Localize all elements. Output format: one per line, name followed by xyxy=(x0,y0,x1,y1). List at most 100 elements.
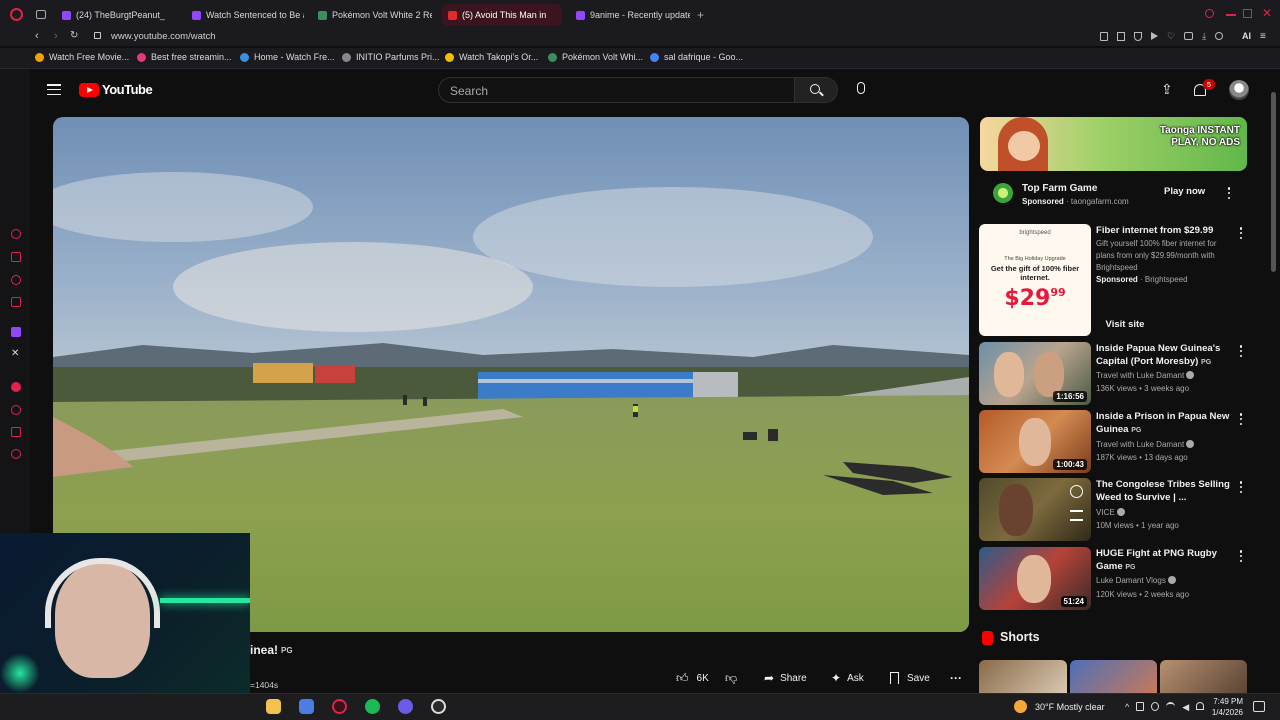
channel-name[interactable]: Travel with Luke Damant xyxy=(1096,371,1195,380)
bookmark-item[interactable]: sal dafrique - Goo... xyxy=(650,52,743,62)
url-field[interactable]: www.youtube.com/watch xyxy=(111,31,216,42)
video-menu-icon[interactable] xyxy=(1239,481,1243,493)
new-tab-icon[interactable]: + xyxy=(697,8,704,22)
headset-icon[interactable] xyxy=(1196,702,1205,710)
reload-icon[interactable]: ↻ xyxy=(70,30,78,41)
ad-menu-icon[interactable] xyxy=(1227,187,1231,199)
play-now-button[interactable]: Play now xyxy=(1158,183,1211,201)
pin-icon[interactable] xyxy=(1100,32,1108,41)
ask-button[interactable]: ✦ Ask xyxy=(831,668,864,688)
bookmark-item[interactable]: Watch Free Movie... xyxy=(35,52,129,62)
video-title[interactable]: The Congolese Tribes Selling Weed to Sur… xyxy=(1096,478,1231,504)
bookmark-item[interactable]: Watch Takopi's Or... xyxy=(445,52,538,62)
extensions-icon[interactable] xyxy=(1215,32,1224,40)
video-menu-icon[interactable] xyxy=(1239,550,1243,562)
ad-title[interactable]: Top Farm Game xyxy=(1022,183,1097,194)
store-icon[interactable] xyxy=(299,699,314,714)
video-thumbnail[interactable]: 1:00:43 xyxy=(979,410,1091,473)
browser-tab[interactable]: (24) TheBurgtPeanut_ xyxy=(56,4,176,26)
clock[interactable]: 7:49 PM 1/4/2026 xyxy=(1207,696,1243,718)
bookmark-item[interactable]: Pokémon Volt Whi... xyxy=(548,52,643,62)
hamburger-menu-icon[interactable] xyxy=(47,84,61,95)
video-title[interactable]: HUGE Fight at PNG Rugby Game PG xyxy=(1096,547,1231,574)
microphone-icon[interactable] xyxy=(857,82,865,94)
network-icon[interactable] xyxy=(1136,702,1145,711)
youtube-logo[interactable]: YouTube xyxy=(79,82,153,97)
weather-text[interactable]: 30°F Mostly clear xyxy=(1035,702,1105,712)
back-icon[interactable]: ‹ xyxy=(35,30,39,42)
minimize-icon[interactable] xyxy=(1226,14,1236,16)
ai-button[interactable]: AI xyxy=(1242,31,1251,41)
browser-tab[interactable]: Watch Sentenced to Be a xyxy=(186,4,304,26)
channel-name[interactable]: Travel with Luke Damant xyxy=(1096,440,1195,449)
short-thumbnail[interactable] xyxy=(1160,660,1247,693)
settings-icon[interactable] xyxy=(11,449,21,459)
short-thumbnail[interactable] xyxy=(1070,660,1157,693)
x-icon[interactable]: ✕ xyxy=(11,348,19,359)
short-thumbnail[interactable] xyxy=(979,660,1067,693)
video-thumbnail[interactable]: 1:16:56 xyxy=(979,342,1091,405)
dislike-button[interactable]: 👎︎ xyxy=(725,668,737,688)
ai-sidebar-icon[interactable] xyxy=(11,229,21,239)
browser-tab[interactable]: Pokémon Volt White 2 Re xyxy=(312,4,432,26)
search-input[interactable]: Search xyxy=(438,77,795,103)
volume-icon[interactable]: ◀ xyxy=(1182,702,1189,713)
maximize-icon[interactable] xyxy=(1243,9,1252,18)
shield-icon[interactable] xyxy=(1134,32,1142,41)
bookmark-icon[interactable] xyxy=(1117,32,1125,41)
bookmark-item[interactable]: Home - Watch Fre... xyxy=(240,52,335,62)
search-tabs-icon[interactable] xyxy=(1205,9,1214,18)
save-button[interactable]: Save xyxy=(890,668,930,688)
page-scrollbar[interactable] xyxy=(1271,92,1276,272)
chevron-up-icon[interactable]: ^ xyxy=(1125,702,1129,713)
notification-center-icon[interactable] xyxy=(1253,701,1265,712)
video-title[interactable]: Inside a Prison in Papua New Guinea PG xyxy=(1096,410,1231,437)
upload-icon[interactable]: ⇪ xyxy=(1161,81,1173,98)
opera-logo-icon[interactable] xyxy=(10,8,23,21)
browser-tab[interactable]: 9anime - Recently update xyxy=(570,4,690,26)
sidebar-ad-title[interactable]: Fiber internet from $29.99 xyxy=(1096,224,1231,237)
workspace-icon[interactable] xyxy=(11,252,21,262)
watch-later-icon[interactable] xyxy=(1070,485,1083,498)
sidebar-ad-thumbnail[interactable]: brightspeed The Big Holiday Upgrade Get … xyxy=(979,224,1091,336)
discord-icon[interactable] xyxy=(398,699,413,714)
video-thumbnail[interactable] xyxy=(979,478,1091,541)
video-menu-icon[interactable] xyxy=(1239,413,1243,425)
history-icon[interactable] xyxy=(11,405,21,415)
channel-name[interactable]: Luke Damant Vlogs xyxy=(1096,576,1177,585)
video-title[interactable]: Inside Papua New Guinea's Capital (Port … xyxy=(1096,342,1231,369)
twitch-icon[interactable] xyxy=(11,327,21,337)
avatar[interactable] xyxy=(1229,80,1249,100)
like-button[interactable]: 👍︎ 6K xyxy=(676,668,709,688)
opera-icon[interactable] xyxy=(332,699,347,714)
more-actions-icon[interactable]: ··· xyxy=(950,668,962,688)
heart-icon[interactable]: ♡ xyxy=(1167,32,1175,43)
forward-icon[interactable]: › xyxy=(54,30,58,42)
share-button[interactable]: ➦ Share xyxy=(764,668,807,688)
wifi-icon[interactable] xyxy=(1166,702,1176,711)
camera-icon[interactable] xyxy=(1184,32,1194,40)
bookmark-item[interactable]: Best free streamin... xyxy=(137,52,232,62)
messenger-icon[interactable] xyxy=(11,275,21,285)
menu-icon[interactable]: ≡ xyxy=(1260,31,1266,42)
telegram-icon[interactable] xyxy=(11,297,21,307)
channel-name[interactable]: VICE xyxy=(1096,508,1125,517)
close-icon[interactable]: ✕ xyxy=(1262,6,1272,20)
bookmark-item[interactable]: INITIO Parfums Pri... xyxy=(342,52,440,62)
tab-overview-icon[interactable] xyxy=(36,10,46,19)
extensions-icon[interactable] xyxy=(11,427,21,437)
browser-tab-active[interactable]: (5) Avoid This Man in xyxy=(442,4,562,26)
ad-banner[interactable]: Taonga INSTANT PLAY, NO ADS xyxy=(980,117,1247,171)
bluetooth-icon[interactable] xyxy=(1151,702,1160,711)
sidebar-ad-menu-icon[interactable] xyxy=(1239,227,1243,239)
spotify-icon[interactable] xyxy=(365,699,380,714)
obs-icon[interactable] xyxy=(431,699,446,714)
visit-site-button[interactable]: Visit site xyxy=(1100,316,1150,334)
add-to-queue-icon[interactable] xyxy=(1070,510,1083,521)
spotify-icon[interactable] xyxy=(11,382,21,392)
video-thumbnail[interactable]: 51:24 xyxy=(979,547,1091,610)
download-icon[interactable]: ⤓ xyxy=(1202,32,1206,43)
play-icon[interactable] xyxy=(1151,32,1158,40)
search-button[interactable] xyxy=(795,77,838,103)
video-menu-icon[interactable] xyxy=(1239,345,1243,357)
